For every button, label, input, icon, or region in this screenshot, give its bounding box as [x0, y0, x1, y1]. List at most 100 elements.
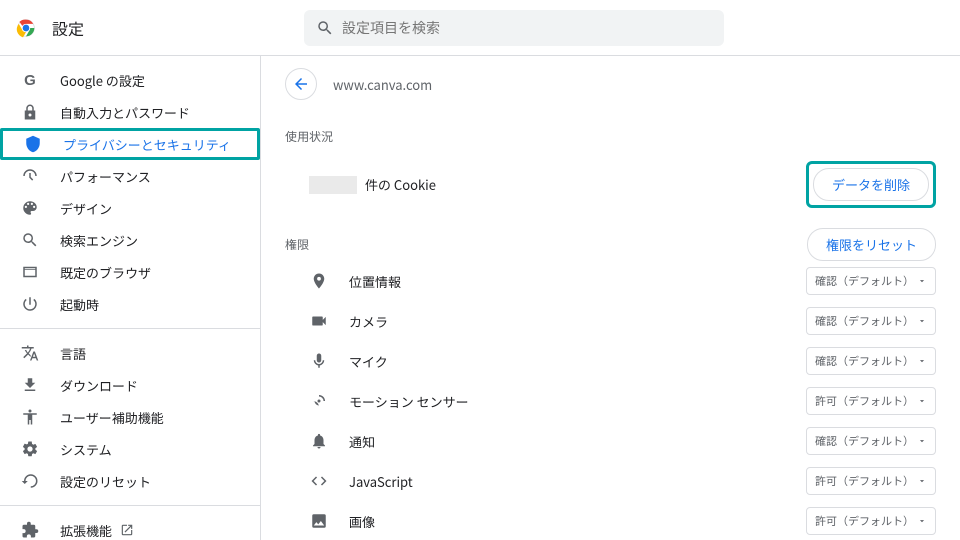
lang-icon — [20, 343, 40, 363]
sidebar-item-search[interactable]: 検索エンジン — [0, 224, 260, 256]
cookie-usage-row: 件の Cookie データを削除 — [285, 153, 936, 216]
reset-icon — [20, 471, 40, 491]
permission-label: マイク — [349, 352, 388, 371]
a11y-icon — [20, 407, 40, 427]
reset-permissions-button[interactable]: 権限をリセット — [807, 228, 936, 261]
chevron-down-icon — [917, 316, 927, 326]
sidebar: G Google の設定 自動入力とパスワード プライバシーとセキュリティ パフ… — [0, 56, 260, 540]
sidebar-item-label: 言語 — [60, 344, 86, 363]
chrome-logo-icon — [16, 18, 36, 38]
sidebar-item-label: 起動時 — [60, 295, 99, 314]
permission-value: 確認（デフォルト） — [815, 313, 914, 329]
permission-select-camera[interactable]: 確認（デフォルト） — [806, 307, 936, 335]
chevron-down-icon — [917, 476, 927, 486]
back-arrow-icon — [292, 75, 310, 93]
sidebar-item-label: プライバシーとセキュリティ — [63, 135, 231, 154]
privacy-icon — [23, 134, 43, 154]
sidebar-item-label: 検索エンジン — [60, 231, 138, 250]
permission-row-motion: モーション センサー 許可（デフォルト） — [285, 381, 936, 421]
image-icon — [309, 511, 329, 531]
sidebar-item-browser[interactable]: 既定のブラウザ — [0, 256, 260, 288]
browser-icon — [20, 262, 40, 282]
search-input[interactable] — [342, 20, 712, 36]
sidebar-item-download[interactable]: ダウンロード — [0, 369, 260, 401]
sidebar-item-design[interactable]: デザイン — [0, 192, 260, 224]
permission-row-mic: マイク 確認（デフォルト） — [285, 341, 936, 381]
search-icon — [316, 19, 334, 37]
permission-value: 確認（デフォルト） — [815, 273, 914, 289]
search-icon — [20, 230, 40, 250]
google-icon: G — [20, 70, 40, 90]
permission-select-bell[interactable]: 確認（デフォルト） — [806, 427, 936, 455]
mic-icon — [309, 351, 329, 371]
permission-row-image: 画像 許可（デフォルト） — [285, 501, 936, 540]
sidebar-item-label: パフォーマンス — [60, 167, 151, 186]
system-icon — [20, 439, 40, 459]
permission-value: 確認（デフォルト） — [815, 433, 914, 449]
sidebar-item-autofill[interactable]: 自動入力とパスワード — [0, 96, 260, 128]
sidebar-item-label: システム — [60, 440, 112, 459]
js-icon — [309, 471, 329, 491]
permission-row-js: JavaScript 許可（デフォルト） — [285, 461, 936, 501]
permission-row-location: 位置情報 確認（デフォルト） — [285, 261, 936, 301]
chevron-down-icon — [917, 276, 927, 286]
permission-value: 許可（デフォルト） — [815, 473, 914, 489]
chevron-down-icon — [917, 356, 927, 366]
permission-select-js[interactable]: 許可（デフォルト） — [806, 467, 936, 495]
permission-label: 通知 — [349, 432, 375, 451]
ext-icon — [20, 520, 40, 540]
design-icon — [20, 198, 40, 218]
sidebar-item-lang[interactable]: 言語 — [0, 337, 260, 369]
autofill-icon — [20, 102, 40, 122]
page-title: 設定 — [52, 16, 84, 40]
location-icon — [309, 271, 329, 291]
permission-select-mic[interactable]: 確認（デフォルト） — [806, 347, 936, 375]
permissions-section-title: 権限 — [285, 236, 309, 253]
sidebar-item-label: 自動入力とパスワード — [60, 103, 190, 122]
permission-label: 画像 — [349, 512, 375, 531]
permission-row-camera: カメラ 確認（デフォルト） — [285, 301, 936, 341]
sidebar-item-google[interactable]: G Google の設定 — [0, 64, 260, 96]
permission-label: JavaScript — [349, 472, 413, 491]
bell-icon — [309, 431, 329, 451]
permission-select-image[interactable]: 許可（デフォルト） — [806, 507, 936, 535]
usage-section-title: 使用状況 — [285, 128, 936, 145]
performance-icon — [20, 166, 40, 186]
header: 設定 — [0, 0, 960, 56]
permission-label: モーション センサー — [349, 392, 469, 411]
delete-data-button[interactable]: データを削除 — [813, 168, 929, 201]
cookie-count-placeholder — [309, 176, 357, 194]
sidebar-item-performance[interactable]: パフォーマンス — [0, 160, 260, 192]
back-button[interactable] — [285, 68, 317, 100]
sidebar-item-startup[interactable]: 起動時 — [0, 288, 260, 320]
sidebar-item-label: ダウンロード — [60, 376, 138, 395]
cookie-label: 件の Cookie — [365, 175, 436, 194]
sidebar-item-privacy[interactable]: プライバシーとセキュリティ — [0, 128, 260, 160]
permission-value: 確認（デフォルト） — [815, 353, 914, 369]
chevron-down-icon — [917, 436, 927, 446]
permission-select-location[interactable]: 確認（デフォルト） — [806, 267, 936, 295]
sidebar-item-label: デザイン — [60, 199, 112, 218]
permission-label: 位置情報 — [349, 272, 401, 291]
content: www.canva.com 使用状況 件の Cookie データを削除 権限 権… — [260, 56, 960, 540]
sidebar-item-reset[interactable]: 設定のリセット — [0, 465, 260, 497]
motion-icon — [309, 391, 329, 411]
startup-icon — [20, 294, 40, 314]
sidebar-item-system[interactable]: システム — [0, 433, 260, 465]
external-link-icon — [120, 523, 134, 537]
sidebar-item-label: Google の設定 — [60, 71, 145, 90]
camera-icon — [309, 311, 329, 331]
chevron-down-icon — [917, 396, 927, 406]
sidebar-item-label: 拡張機能 — [60, 521, 112, 540]
sidebar-item-label: 既定のブラウザ — [60, 263, 151, 282]
sidebar-item-a11y[interactable]: ユーザー補助機能 — [0, 401, 260, 433]
permission-value: 許可（デフォルト） — [815, 393, 914, 409]
delete-data-highlight: データを削除 — [806, 161, 936, 208]
permission-select-motion[interactable]: 許可（デフォルト） — [806, 387, 936, 415]
permission-value: 許可（デフォルト） — [815, 513, 914, 529]
search-box[interactable] — [304, 10, 724, 46]
permission-row-bell: 通知 確認（デフォルト） — [285, 421, 936, 461]
sidebar-item-label: 設定のリセット — [60, 472, 151, 491]
download-icon — [20, 375, 40, 395]
sidebar-item-ext[interactable]: 拡張機能 — [0, 514, 260, 540]
